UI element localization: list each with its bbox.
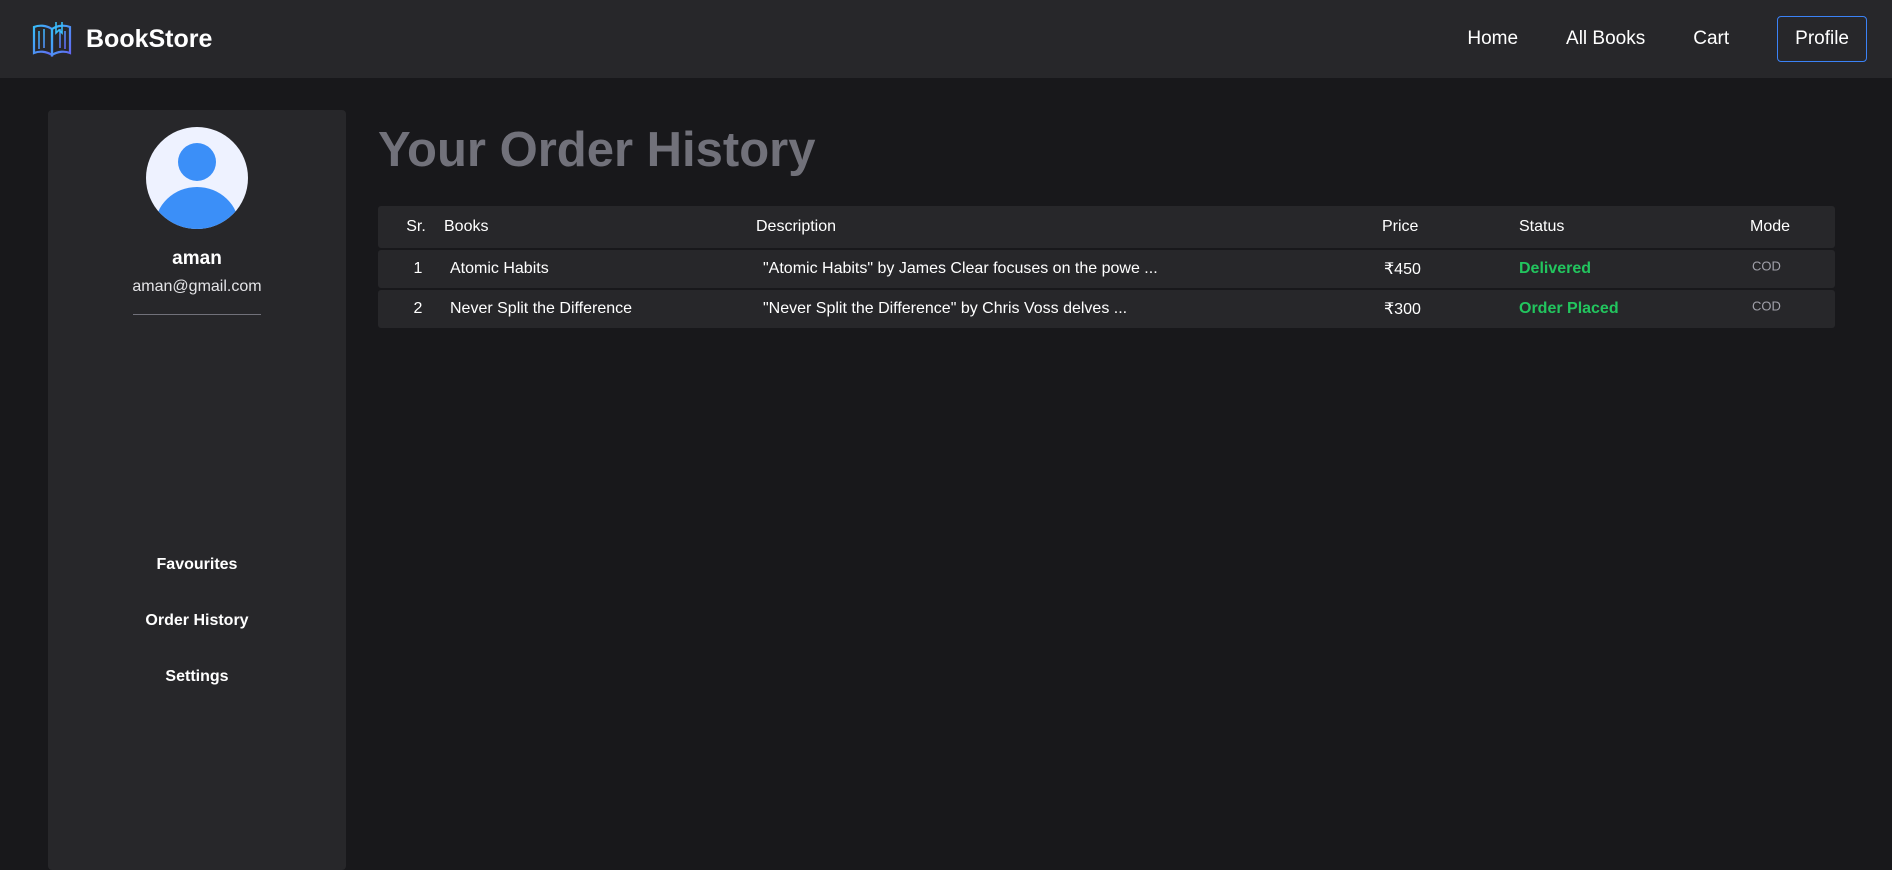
sidebar-menu: Favourites Order History Settings bbox=[145, 555, 248, 723]
row-mode: COD bbox=[1752, 298, 1781, 314]
sidebar-item-order-history[interactable]: Order History bbox=[145, 611, 248, 667]
sidebar-item-settings[interactable]: Settings bbox=[165, 667, 228, 723]
row-sr: 1 bbox=[413, 260, 423, 277]
nav-cart-link[interactable]: Cart bbox=[1693, 28, 1729, 50]
user-avatar-icon bbox=[146, 127, 248, 229]
profile-sidebar: aman aman@gmail.com Favourites Order His… bbox=[48, 110, 346, 870]
row-book-title[interactable]: Never Split the Difference bbox=[450, 300, 632, 318]
header-status: Status bbox=[1519, 218, 1565, 235]
header-price: Price bbox=[1382, 218, 1419, 235]
brand-name: BookStore bbox=[86, 24, 213, 53]
row-sr: 2 bbox=[413, 300, 423, 317]
sidebar-divider bbox=[133, 314, 261, 315]
row-status: Delivered bbox=[1519, 260, 1592, 277]
header-books: Books bbox=[444, 218, 489, 235]
top-navbar: BookStore Home All Books Cart Profile bbox=[0, 0, 1892, 78]
nav-links: Home All Books Cart Profile bbox=[1467, 16, 1867, 62]
table-row[interactable]: 1 Atomic Habits "Atomic Habits" by James… bbox=[378, 250, 1835, 288]
nav-home-link[interactable]: Home bbox=[1467, 28, 1518, 50]
table-header-row: Sr. Books Description Price Status Mode bbox=[378, 206, 1835, 248]
open-book-icon bbox=[32, 22, 72, 58]
row-price: ₹300 bbox=[1384, 301, 1421, 318]
row-book-title[interactable]: Atomic Habits bbox=[450, 260, 549, 278]
row-mode: COD bbox=[1752, 258, 1781, 274]
order-history-table: Sr. Books Description Price Status Mode … bbox=[378, 206, 1835, 328]
nav-all-books-link[interactable]: All Books bbox=[1566, 28, 1645, 50]
table-row[interactable]: 2 Never Split the Difference "Never Spli… bbox=[378, 290, 1835, 328]
page-title: Your Order History bbox=[378, 123, 816, 177]
header-description: Description bbox=[756, 218, 837, 235]
user-email: aman@gmail.com bbox=[132, 278, 262, 295]
header-sr: Sr. bbox=[406, 218, 426, 235]
sidebar-item-favourites[interactable]: Favourites bbox=[157, 555, 238, 611]
row-status: Order Placed bbox=[1519, 300, 1619, 317]
row-description: "Atomic Habits" by James Clear focuses o… bbox=[763, 260, 1158, 277]
nav-profile-button[interactable]: Profile bbox=[1777, 16, 1867, 62]
row-description: "Never Split the Difference" by Chris Vo… bbox=[763, 300, 1128, 317]
header-mode: Mode bbox=[1750, 218, 1791, 235]
row-price: ₹450 bbox=[1384, 261, 1421, 278]
brand[interactable]: BookStore bbox=[31, 19, 212, 59]
user-name: aman bbox=[172, 248, 222, 269]
